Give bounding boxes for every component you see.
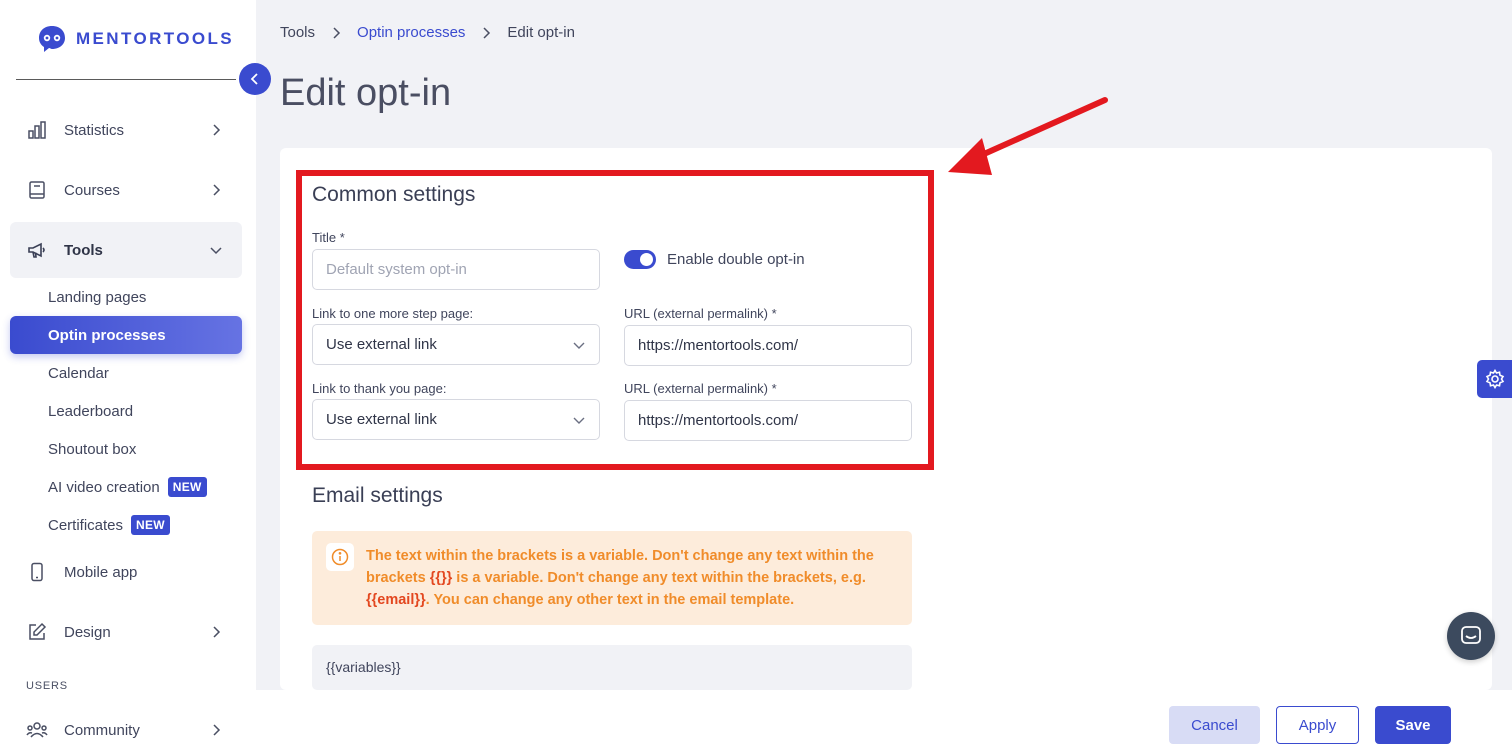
sidebar-collapse-button[interactable] [239,63,271,95]
settings-panel-toggle[interactable] [1477,360,1512,398]
sidebar-item-tools[interactable]: Tools [10,222,242,278]
url1-input[interactable]: https://mentortools.com/ [624,325,912,366]
info-variable: {{email}} [366,592,426,608]
breadcrumb: Tools Optin processes Edit opt-in [280,24,575,41]
sidebar-subitem-certificates[interactable]: Certificates NEW [10,506,242,544]
variable-info-text: The text within the brackets is a variab… [366,545,896,611]
variables-panel[interactable]: {{variables}} [312,645,912,690]
info-variable: {{}} [429,570,453,586]
url1-label: URL (external permalink) * [624,306,777,321]
phone-icon [26,561,48,583]
sidebar-item-label: Mobile app [64,563,138,581]
sidebar-item-community[interactable]: Community [10,702,242,756]
sidebar-subitem-calendar[interactable]: Calendar [10,354,242,392]
sidebar-subitem-label: Landing pages [48,288,147,306]
breadcrumb-optin-processes[interactable]: Optin processes [357,24,465,41]
chevron-right-icon [329,26,343,40]
thankyou-value: Use external link [326,411,437,428]
sidebar-item-design[interactable]: Design [10,604,242,660]
info-text-part: is a variable. Don't change any text wit… [452,570,866,586]
sidebar-item-label: Courses [64,181,120,199]
save-button[interactable]: Save [1375,706,1451,744]
double-optin-toggle[interactable] [624,250,656,269]
breadcrumb-tools[interactable]: Tools [280,24,315,41]
email-settings-heading: Email settings [312,484,443,507]
chevron-right-icon [213,124,221,136]
sidebar-subitem-landing-pages[interactable]: Landing pages [10,278,242,316]
sidebar-item-courses[interactable]: Courses [10,162,242,218]
new-badge: NEW [131,515,170,535]
sidebar-divider [16,79,236,80]
edit-icon [26,621,48,643]
sidebar-subitem-ai-video-creation[interactable]: AI video creation NEW [10,468,242,506]
bar-chart-icon [26,119,48,141]
gear-icon [1485,369,1504,389]
sidebar-section-users: USERS [26,680,68,692]
sidebar-subitem-leaderboard[interactable]: Leaderboard [10,392,242,430]
step-page-select[interactable]: Use external link [312,324,600,365]
sidebar-item-label: Design [64,623,111,641]
chevron-right-icon [213,626,221,638]
step-page-label: Link to one more step page: [312,306,474,321]
common-settings-heading: Common settings [312,183,476,206]
sidebar-item-label: Tools [64,241,103,259]
chat-icon [1461,626,1481,644]
chevron-right-icon [479,26,493,40]
variables-label: {{variables}} [326,659,401,675]
sidebar-item-label: Statistics [64,121,125,139]
url2-input[interactable]: https://mentortools.com/ [624,400,912,441]
sidebar-subitem-label: Leaderboard [48,402,134,420]
megaphone-icon [26,239,48,261]
sidebar-subitem-shoutout-box[interactable]: Shoutout box [10,430,242,468]
sidebar-subitem-label: Calendar [48,364,109,382]
title-label: Title * [312,230,345,245]
sidebar-item-statistics[interactable]: Statistics [10,102,242,158]
cancel-button[interactable]: Cancel [1169,706,1260,744]
chevron-down-icon [210,247,222,255]
chat-button[interactable] [1447,612,1495,660]
sidebar: MENTORTOOLS Statistics Courses Tools Lan… [0,0,256,756]
variable-info-box: The text within the brackets is a variab… [312,531,912,625]
toggle-knob [640,253,653,266]
chevron-down-icon [573,417,585,424]
info-text-part: . You can change any other text in the e… [425,592,795,608]
page-title: Edit opt-in [280,72,452,114]
sidebar-subitem-label: AI video creation [48,478,160,496]
sidebar-subitem-label: Optin processes [48,326,166,344]
chevron-left-icon [250,73,258,85]
logo-icon [39,26,65,52]
logo-text: MENTORTOOLS [76,29,235,48]
sidebar-subitem-label: Shoutout box [48,440,137,458]
chevron-right-icon [213,184,221,196]
step-page-value: Use external link [326,336,437,353]
url2-label: URL (external permalink) * [624,381,777,396]
apply-button[interactable]: Apply [1276,706,1359,744]
thankyou-label: Link to thank you page: [312,381,447,396]
sidebar-item-mobile-app[interactable]: Mobile app [10,544,242,600]
logo[interactable]: MENTORTOOLS [36,24,234,54]
title-input[interactable]: Default system opt-in [312,249,600,290]
new-badge: NEW [167,477,207,497]
book-icon [26,179,48,201]
sidebar-item-label: Community [64,721,140,739]
users-icon [26,719,48,741]
sidebar-subitem-label: Certificates [48,516,124,534]
thankyou-select[interactable]: Use external link [312,399,600,440]
double-optin-label: Enable double opt-in [667,251,805,268]
chevron-right-icon [213,724,221,736]
breadcrumb-current: Edit opt-in [507,24,575,41]
info-icon [326,543,354,571]
chevron-down-icon [573,342,585,349]
sidebar-subitem-optin-processes[interactable]: Optin processes [10,316,242,354]
